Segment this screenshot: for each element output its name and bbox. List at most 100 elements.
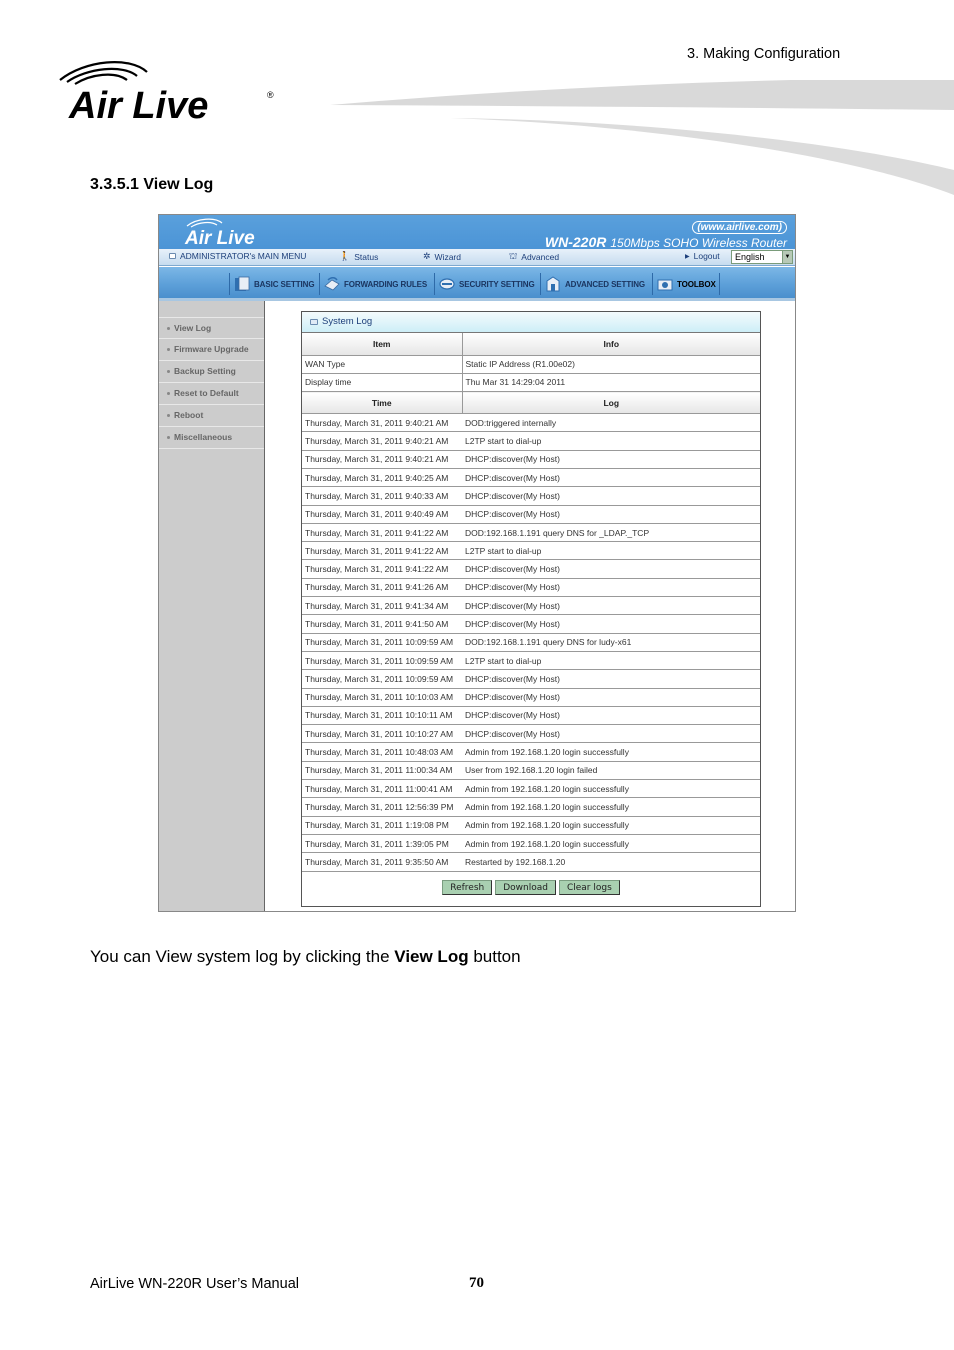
log-row: Thursday, March 31, 2011 9:41:22 AM DOD:1… xyxy=(302,523,760,543)
advanced-setting-icon xyxy=(546,276,560,292)
bullet-icon xyxy=(167,327,170,331)
log-row: Thursday, March 31, 2011 9:41:22 AM L2TP … xyxy=(302,541,760,561)
sidebar-item-label: Miscellaneous xyxy=(174,432,233,442)
sidebar-item-firmware-upgrade[interactable]: Firmware Upgrade xyxy=(159,339,264,361)
language-select[interactable]: English ▼ xyxy=(731,250,793,264)
menu-advanced[interactable]: ⛫ Advanced xyxy=(509,251,559,263)
menu-logout[interactable]: ▶ Logout xyxy=(685,251,720,261)
menu-square-icon xyxy=(169,253,176,259)
log-time-cell: Thursday, March 31, 2011 9:41:22 AM xyxy=(302,523,462,543)
language-value: English xyxy=(735,252,765,262)
log-time-cell: Thursday, March 31, 2011 10:48:03 AM xyxy=(302,742,462,762)
info-value-cell: Static IP Address (R1.00e02) xyxy=(462,355,760,374)
sidebar-item-reset-to-default[interactable]: Reset to Default xyxy=(159,383,264,405)
arrow-right-icon: ▶ xyxy=(685,253,690,260)
log-message-cell: DOD:192.168.1.191 query DNS for _LDAP._T… xyxy=(462,523,760,543)
log-row: Thursday, March 31, 2011 9:41:22 AM DHCP:… xyxy=(302,559,760,579)
log-message-cell: Admin from 192.168.1.20 login successful… xyxy=(462,797,760,817)
log-time-cell: Thursday, March 31, 2011 9:41:34 AM xyxy=(302,596,462,616)
log-time-cell: Thursday, March 31, 2011 10:10:03 AM xyxy=(302,688,462,707)
log-message-cell: DHCP:discover(My Host) xyxy=(462,724,760,744)
footer-manual-title: AirLive WN-220R User’s Manual xyxy=(90,1276,299,1292)
log-time-cell: Thursday, March 31, 2011 10:10:27 AM xyxy=(302,724,462,744)
forward-icon xyxy=(324,277,340,291)
tab-basic-setting[interactable]: BASIC SETTING xyxy=(229,273,317,295)
log-time-cell: Thursday, March 31, 2011 9:40:49 AM xyxy=(302,505,462,524)
refresh-button[interactable]: Refresh xyxy=(442,879,493,895)
log-time-cell: Thursday, March 31, 2011 10:09:59 AM xyxy=(302,651,462,671)
log-message-cell: User from 192.168.1.20 login failed xyxy=(462,761,760,781)
log-message-cell: DHCP:discover(My Host) xyxy=(462,559,760,579)
tab-forwarding-rules[interactable]: FORWARDING RULES xyxy=(319,273,430,295)
log-time-cell: Thursday, March 31, 2011 9:41:26 AM xyxy=(302,578,462,598)
info-item-cell: Display time xyxy=(302,373,463,393)
log-message-cell: Admin from 192.168.1.20 login successful… xyxy=(462,834,760,854)
log-row: Thursday, March 31, 2011 1:19:08 PM Admin… xyxy=(302,816,760,835)
sidebar-item-label: Reset to Default xyxy=(174,388,239,398)
log-time-cell: Thursday, March 31, 2011 12:56:39 PM xyxy=(302,797,462,817)
chevron-down-icon[interactable]: ▼ xyxy=(782,251,792,263)
info-item-cell: WAN Type xyxy=(302,355,463,374)
log-message-cell: DHCP:discover(My Host) xyxy=(462,468,760,488)
body-text-bold: View Log xyxy=(394,947,469,966)
chapter-header: 3. Making Configuration xyxy=(687,46,841,62)
menu-status[interactable]: 🚶 Status xyxy=(339,251,378,262)
info-value-cell: Thu Mar 31 14:29:04 2011 xyxy=(462,373,760,393)
security-icon xyxy=(439,278,455,290)
log-time-cell: Thursday, March 31, 2011 10:09:59 AM xyxy=(302,669,462,689)
menu-wizard[interactable]: ✲ Wizard xyxy=(423,251,461,262)
airlive-logo: Air Live ® xyxy=(59,61,274,127)
sidebar-item-view-log[interactable]: View Log xyxy=(159,317,264,339)
log-row: Thursday, March 31, 2011 10:10:27 AM DHCP… xyxy=(302,724,760,744)
tab-advanced-setting[interactable]: ADVANCED SETTING xyxy=(540,273,648,295)
log-time-cell: Thursday, March 31, 2011 11:00:34 AM xyxy=(302,761,462,781)
router-url[interactable]: (www.airlive.com) xyxy=(692,221,787,234)
sidebar-item-backup-setting[interactable]: Backup Setting xyxy=(159,361,264,383)
body-paragraph: You can View system log by clicking the … xyxy=(90,947,521,967)
log-row: Thursday, March 31, 2011 11:00:34 AM User… xyxy=(302,761,760,781)
sidebar-item-label: Backup Setting xyxy=(174,366,236,376)
info-header-row: Item Info xyxy=(302,333,760,356)
logo-text: Air Live xyxy=(68,85,208,127)
bullet-icon xyxy=(167,370,170,374)
log-message-cell: DHCP:discover(My Host) xyxy=(462,688,760,707)
log-message-cell: DHCP:discover(My Host) xyxy=(462,578,760,598)
log-row: Thursday, March 31, 2011 1:39:05 PM Admin… xyxy=(302,834,760,854)
log-time-cell: Thursday, March 31, 2011 9:40:21 AM xyxy=(302,413,462,433)
router-logo: Air Live xyxy=(184,218,255,247)
menu-advanced-label: Advanced xyxy=(521,252,560,262)
download-button[interactable]: Download xyxy=(495,879,556,895)
tab-security-setting[interactable]: SECURITY SETTING xyxy=(434,273,538,295)
router-banner: Air Live (www.airlive.com) WN-220R 150Mbp… xyxy=(159,215,795,250)
log-row: Thursday, March 31, 2011 9:40:21 AM L2TP … xyxy=(302,431,760,451)
log-row: Thursday, March 31, 2011 9:41:26 AM DHCP:… xyxy=(302,578,760,598)
log-row: Thursday, March 31, 2011 9:41:34 AM DHCP:… xyxy=(302,596,760,616)
router-ui-screenshot: Air Live (www.airlive.com) WN-220R 150Mbp… xyxy=(158,214,796,912)
log-message-cell: DOD:triggered internally xyxy=(462,413,760,433)
bullet-icon xyxy=(167,414,170,418)
log-row: Thursday, March 31, 2011 9:40:33 AM DHCP:… xyxy=(302,486,760,506)
model-description: 150Mbps SOHO Wireless Router xyxy=(610,236,787,250)
sidebar-item-reboot[interactable]: Reboot xyxy=(159,405,264,427)
tab-toolbox[interactable]: TOOLBOX xyxy=(652,273,720,295)
log-message-cell: L2TP start to dial-up xyxy=(462,651,760,671)
log-row: Thursday, March 31, 2011 12:56:39 PM Admi… xyxy=(302,797,760,817)
log-time-cell: Thursday, March 31, 2011 11:00:41 AM xyxy=(302,779,462,799)
body-text-after: button xyxy=(468,947,521,966)
panel-title: System Log xyxy=(322,316,373,327)
sidebar-item-miscellaneous[interactable]: Miscellaneous xyxy=(159,427,264,449)
log-row: Thursday, March 31, 2011 10:10:03 AM DHCP… xyxy=(302,688,760,707)
log-time-cell: Thursday, March 31, 2011 9:41:50 AM xyxy=(302,614,462,634)
log-message-cell: Admin from 192.168.1.20 login successful… xyxy=(462,816,760,835)
log-time-cell: Thursday, March 31, 2011 10:10:11 AM xyxy=(302,706,462,726)
column-header-info: Info xyxy=(462,333,760,356)
bullet-icon xyxy=(167,392,170,396)
main-menu-bar: ADMINISTRATOR's MAIN MENU 🚶 Status ✲ Wiz… xyxy=(159,249,795,266)
tab-label: FORWARDING RULES xyxy=(344,279,428,289)
menu-logout-label: Logout xyxy=(693,251,720,261)
log-row: Thursday, March 31, 2011 10:10:11 AM DHCP… xyxy=(302,706,760,726)
tab-label: SECURITY SETTING xyxy=(459,279,535,289)
clear-logs-button[interactable]: Clear logs xyxy=(558,879,620,895)
main-menu-link[interactable]: ADMINISTRATOR's MAIN MENU xyxy=(169,251,306,261)
tab-bar: BASIC SETTING FORWARDING RULES SECURITY … xyxy=(159,267,795,301)
